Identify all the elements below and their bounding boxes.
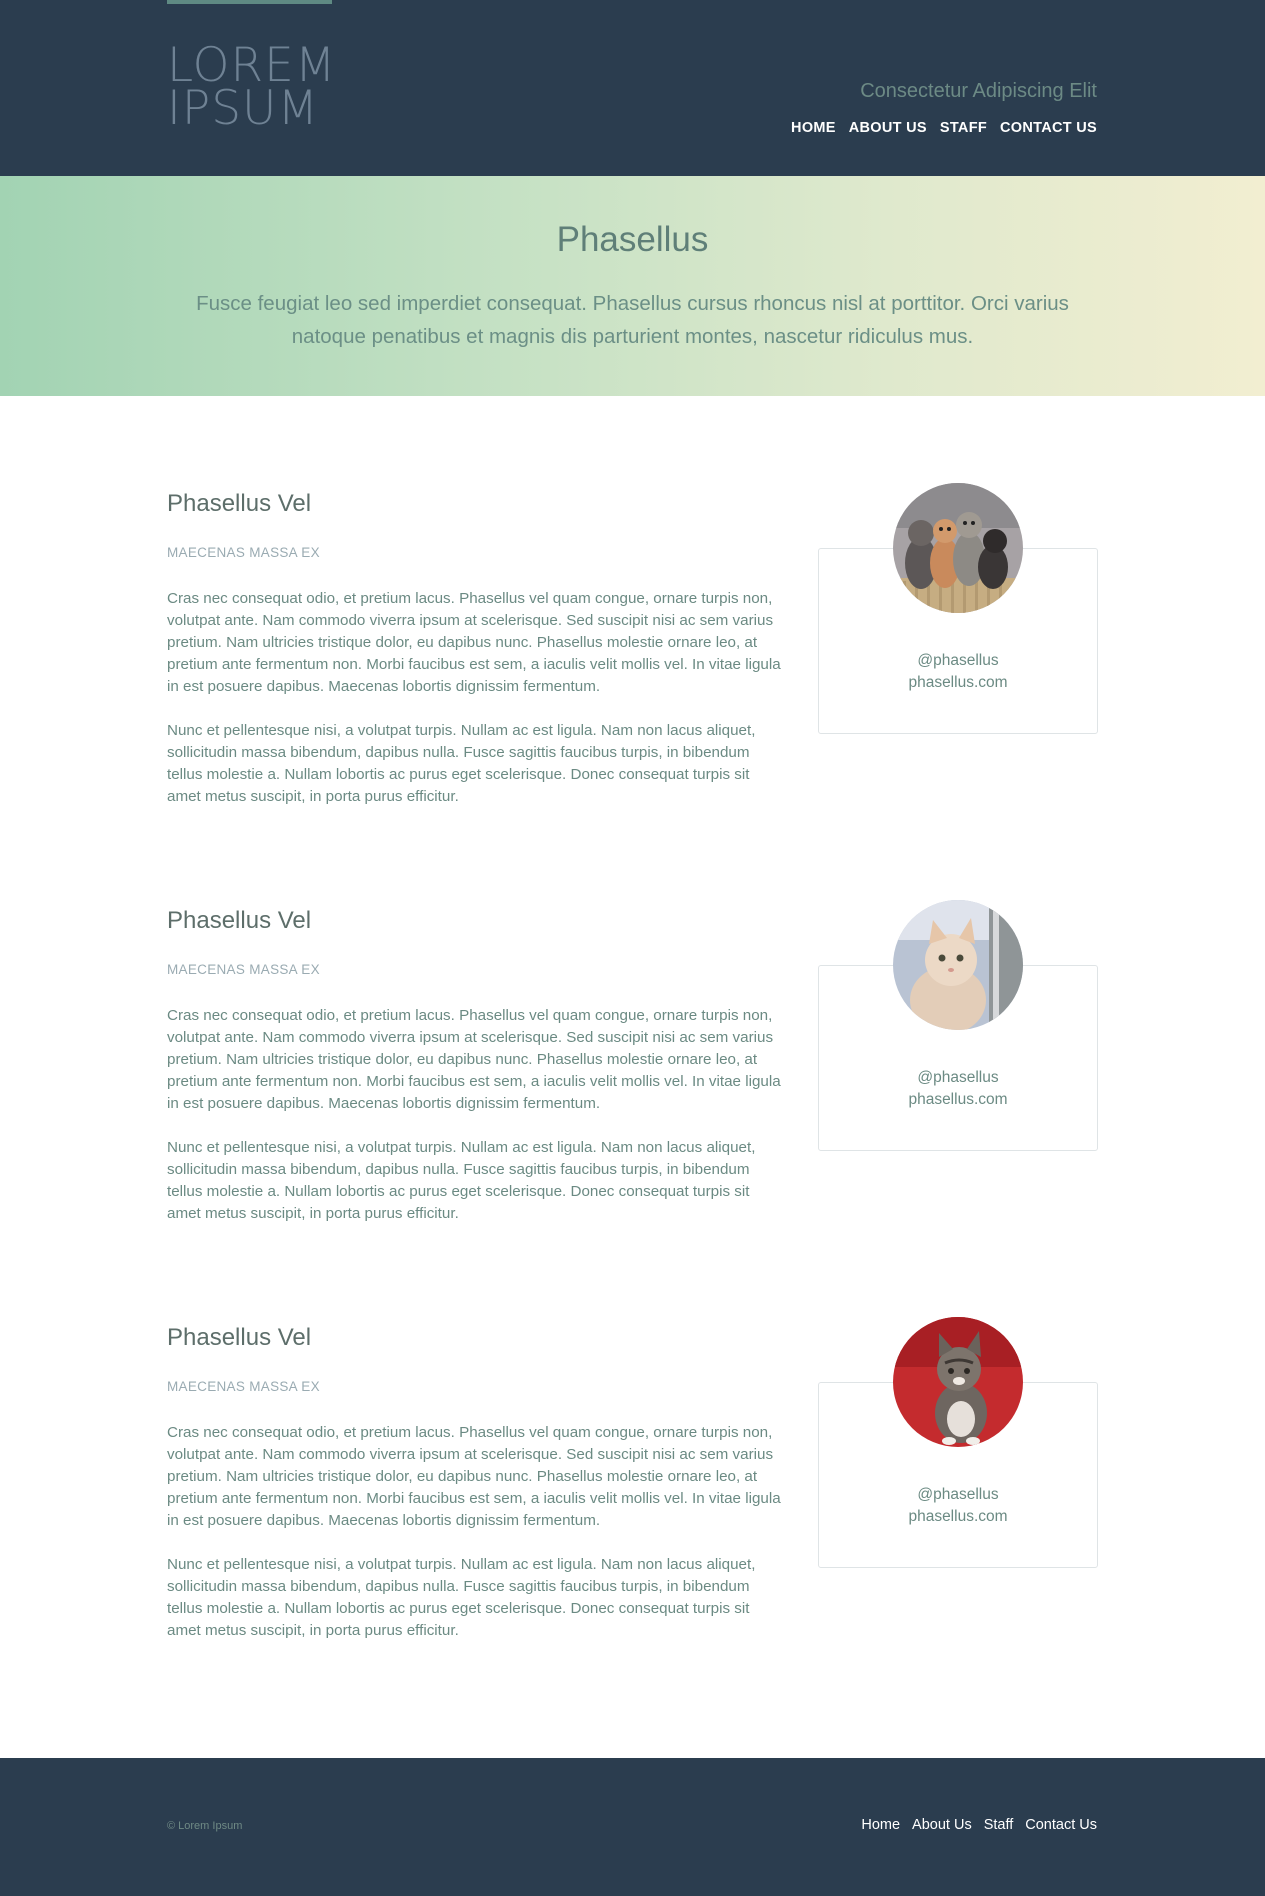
footer-nav-staff[interactable]: Staff [984,1817,1014,1833]
avatar-cream-kitten [893,900,1023,1030]
section-paragraph: Cras nec consequat odio, et pretium lacu… [167,1424,781,1529]
section-paragraph: Nunc et pellentesque nisi, a volutpat tu… [167,1139,756,1222]
section-paragraph: Cras nec consequat odio, et pretium lacu… [167,590,781,695]
hero-title: Phasellus [556,220,709,259]
nav-home[interactable]: HOME [791,120,836,136]
hero-banner: Phasellus Fusce feugiat leo sed imperdie… [0,176,1265,396]
section-paragraph: Nunc et pellentesque nisi, a volutpat tu… [167,1556,756,1639]
site-header: LOREM IPSUM Consectetur Adipiscing Elit … [0,0,1265,176]
site-logo[interactable]: LOREM IPSUM [167,42,387,136]
site-footer: © Lorem Ipsum Home About Us Staff Contac… [0,1758,1265,1896]
hero-text: Fusce feugiat leo sed imperdiet consequa… [196,292,1069,348]
section-subtitle: MAECENAS MASSA EX [167,962,320,977]
nav-staff[interactable]: STAFF [940,120,987,136]
profile-website-link[interactable]: phasellus.com [819,1091,1097,1109]
profile-website-link[interactable]: phasellus.com [819,1508,1097,1526]
footer-nav: Home About Us Staff Contact Us [861,1817,1097,1833]
site-tagline: Consectetur Adipiscing Elit [860,80,1097,102]
section-subtitle: MAECENAS MASSA EX [167,545,320,560]
nav-contact-us[interactable]: CONTACT US [1000,120,1097,136]
section-paragraph: Nunc et pellentesque nisi, a volutpat tu… [167,722,756,805]
logo-line-2: IPSUM [167,81,319,136]
avatar-tabby-kitten [893,1317,1023,1447]
footer-nav-home[interactable]: Home [861,1817,900,1833]
section-title: Phasellus Vel [167,1324,312,1351]
profile-website-link[interactable]: phasellus.com [819,674,1097,692]
staff-section: Phasellus Vel MAECENAS MASSA EX Cras nec… [167,900,1098,1267]
profile-handle[interactable]: @phasellus [819,1486,1097,1504]
copyright-text: © Lorem Ipsum [167,1820,243,1832]
section-title: Phasellus Vel [167,907,312,934]
section-subtitle: MAECENAS MASSA EX [167,1379,320,1394]
profile-handle[interactable]: @phasellus [819,1069,1097,1087]
avatar-kittens-in-basket [893,483,1023,613]
profile-handle[interactable]: @phasellus [819,652,1097,670]
nav-about-us[interactable]: ABOUT US [849,120,927,136]
section-paragraph: Cras nec consequat odio, et pretium lacu… [167,1007,781,1112]
main-nav: HOME ABOUT US STAFF CONTACT US [791,120,1097,136]
section-title: Phasellus Vel [167,490,312,517]
staff-section: Phasellus Vel MAECENAS MASSA EX Cras nec… [167,1317,1098,1684]
header-accent-bar [167,0,332,4]
staff-section: Phasellus Vel MAECENAS MASSA EX Cras nec… [167,483,1098,850]
footer-nav-contact-us[interactable]: Contact Us [1025,1817,1097,1833]
footer-nav-about-us[interactable]: About Us [912,1817,972,1833]
